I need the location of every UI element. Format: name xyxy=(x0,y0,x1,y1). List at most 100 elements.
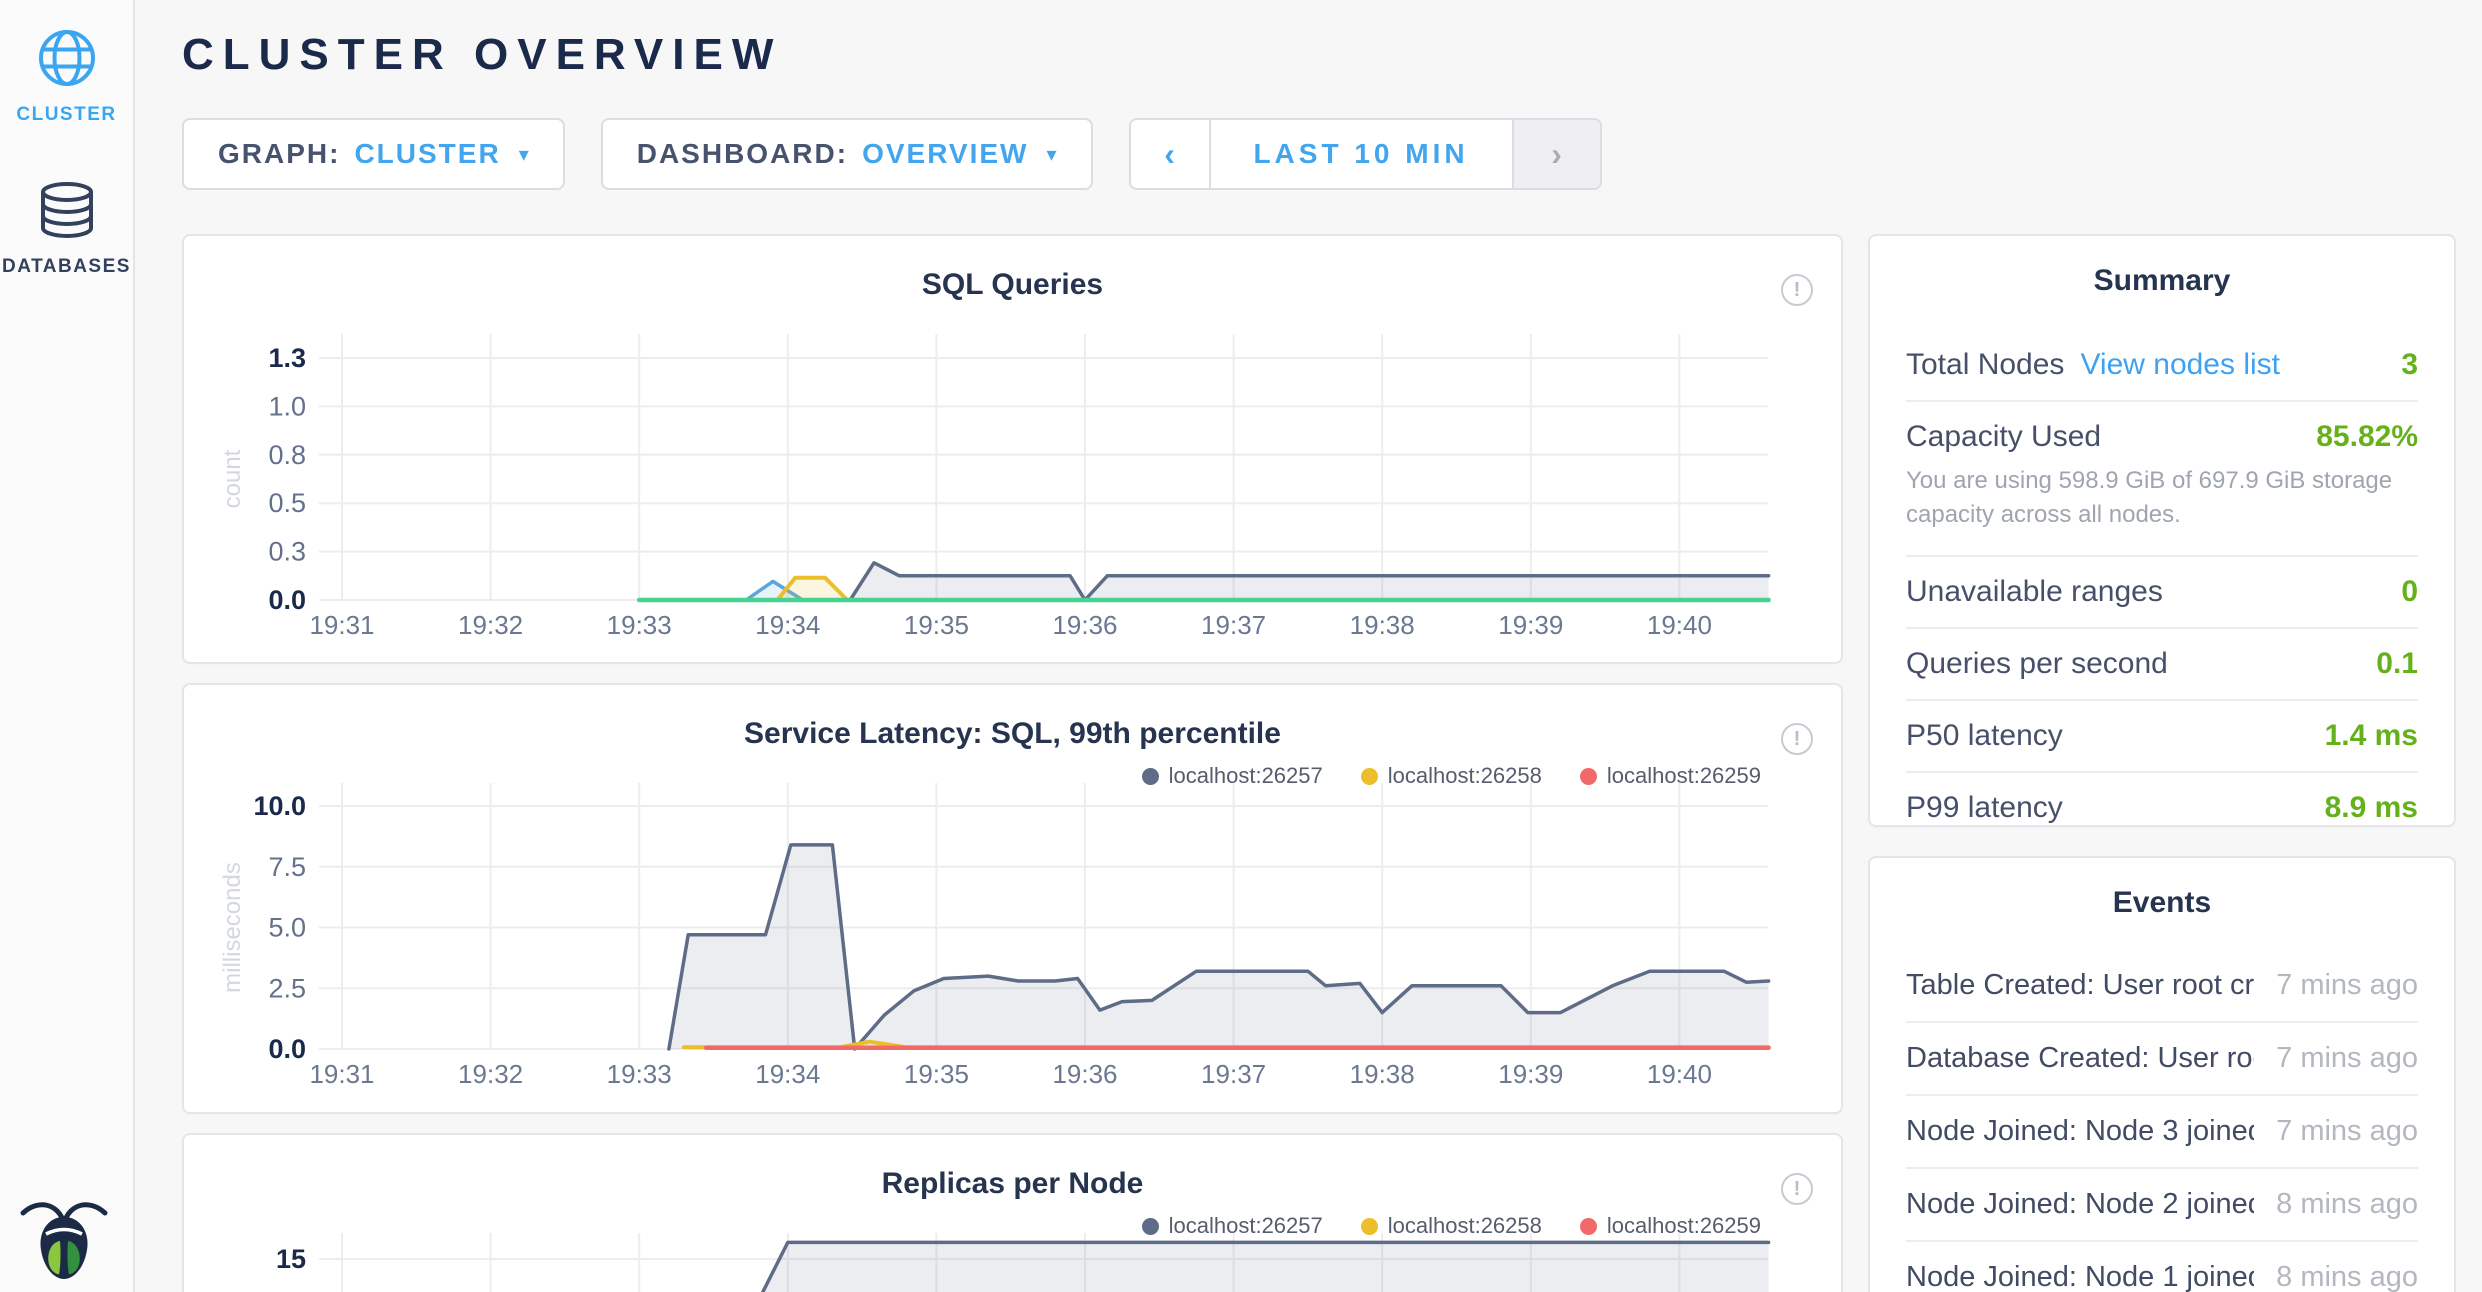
chevron-down-icon: ▾ xyxy=(1046,142,1056,167)
svg-text:milliseconds: milliseconds xyxy=(219,862,246,993)
legend-dot-icon xyxy=(1142,1218,1159,1235)
chart-title: Replicas per Node xyxy=(184,1167,1841,1201)
info-icon[interactable]: ! xyxy=(1781,1173,1813,1205)
svg-text:19:31: 19:31 xyxy=(309,1059,374,1089)
databases-icon xyxy=(35,178,99,247)
chevron-down-icon: ▾ xyxy=(519,142,529,167)
svg-text:0.0: 0.0 xyxy=(268,585,306,615)
svg-text:19:32: 19:32 xyxy=(458,610,523,640)
events-title: Events xyxy=(1906,886,2418,920)
replicas-per-node-panel: 19:3119:3219:3319:3419:3519:3619:3719:38… xyxy=(182,1133,1843,1292)
legend-item[interactable]: localhost:26258 xyxy=(1361,763,1542,789)
legend-dot-icon xyxy=(1580,1218,1597,1235)
events-list: Table Created: User root cre... 7 mins a… xyxy=(1906,950,2418,1292)
sidebar-item-label: DATABASES xyxy=(2,256,131,278)
info-icon[interactable]: ! xyxy=(1781,274,1813,306)
main-content: CLUSTER OVERVIEW GRAPH: CLUSTER ▾ DASHBO… xyxy=(135,0,2482,1292)
svg-text:19:40: 19:40 xyxy=(1647,610,1712,640)
sidebar-item-databases[interactable]: DATABASES xyxy=(0,178,133,278)
svg-text:19:35: 19:35 xyxy=(904,610,969,640)
graph-dropdown[interactable]: GRAPH: CLUSTER ▾ xyxy=(182,118,565,190)
chart-legend: localhost:26257 localhost:26258 localhost:… xyxy=(1142,1213,1761,1239)
legend-item[interactable]: localhost:26259 xyxy=(1580,763,1761,789)
summary-row-capacity: Capacity Used 85.82% You are using 598.9… xyxy=(1906,402,2418,557)
svg-text:15: 15 xyxy=(276,1244,306,1274)
time-prev-button[interactable]: ‹ xyxy=(1131,120,1211,188)
svg-text:0.8: 0.8 xyxy=(268,440,306,470)
capacity-used-label: Capacity Used xyxy=(1906,420,2101,454)
svg-text:19:39: 19:39 xyxy=(1498,1059,1563,1089)
svg-text:2.5: 2.5 xyxy=(268,973,306,1003)
cockroach-logo xyxy=(18,1193,110,1286)
page-title: CLUSTER OVERVIEW xyxy=(182,30,2456,80)
legend-item[interactable]: localhost:26259 xyxy=(1580,1213,1761,1239)
dashboard-dropdown-label: DASHBOARD: xyxy=(637,138,848,170)
events-panel: Events Table Created: User root cre... 7… xyxy=(1868,856,2456,1292)
graph-dropdown-label: GRAPH: xyxy=(218,138,340,170)
svg-text:19:35: 19:35 xyxy=(904,1059,969,1089)
svg-text:19:36: 19:36 xyxy=(1052,1059,1117,1089)
view-nodes-list-link[interactable]: View nodes list xyxy=(2080,348,2280,381)
event-row: Node Joined: Node 3 joined... 7 mins ago xyxy=(1906,1096,2418,1169)
event-row: Node Joined: Node 2 joined... 8 mins ago xyxy=(1906,1169,2418,1242)
summary-row-unavailable-ranges: Unavailable ranges 0 xyxy=(1906,557,2418,629)
summary-row-total-nodes: Total Nodes View nodes list 3 xyxy=(1906,330,2418,402)
time-range-button[interactable]: LAST 10 MIN xyxy=(1211,120,1512,188)
legend-item[interactable]: localhost:26257 xyxy=(1142,1213,1323,1239)
right-column: Summary Total Nodes View nodes list 3 Cap… xyxy=(1868,234,2456,1292)
legend-label: localhost:26259 xyxy=(1607,1213,1761,1239)
total-nodes-value: 3 xyxy=(2401,348,2418,382)
svg-text:19:31: 19:31 xyxy=(309,610,374,640)
sidebar: CLUSTER DATABASES xyxy=(0,0,135,1292)
svg-text:19:38: 19:38 xyxy=(1350,610,1415,640)
summary-row-p99-latency: P99 latency 8.9 ms xyxy=(1906,773,2418,843)
svg-text:0.0: 0.0 xyxy=(268,1034,306,1064)
controls-bar: GRAPH: CLUSTER ▾ DASHBOARD: OVERVIEW ▾ ‹… xyxy=(182,118,2456,190)
svg-text:10.0: 10.0 xyxy=(253,791,306,821)
svg-text:7.5: 7.5 xyxy=(268,852,306,882)
event-row: Database Created: User roo... 7 mins ago xyxy=(1906,1023,2418,1096)
svg-text:1.0: 1.0 xyxy=(268,391,306,421)
sidebar-item-cluster[interactable]: CLUSTER xyxy=(0,26,133,126)
time-range-selector: ‹ LAST 10 MIN › xyxy=(1129,118,1602,190)
summary-rows: Total Nodes View nodes list 3 Capacity Us… xyxy=(1906,330,2418,843)
total-nodes-label: Total Nodes xyxy=(1906,348,2064,381)
svg-text:19:38: 19:38 xyxy=(1350,1059,1415,1089)
legend-label: localhost:26259 xyxy=(1607,763,1761,789)
graph-dropdown-value: CLUSTER xyxy=(354,138,500,170)
info-icon[interactable]: ! xyxy=(1781,723,1813,755)
svg-text:19:36: 19:36 xyxy=(1052,610,1117,640)
event-row: Table Created: User root cre... 7 mins a… xyxy=(1906,950,2418,1023)
charts-column: 19:31 19:32 19:33 19:34 19:35 19:36 19:37 19:38… xyxy=(182,234,1843,1292)
svg-text:0.5: 0.5 xyxy=(268,488,306,518)
legend-item[interactable]: localhost:26258 xyxy=(1361,1213,1542,1239)
app-root: CLUSTER DATABASES xyxy=(0,0,2482,1292)
svg-text:19:40: 19:40 xyxy=(1647,1059,1712,1089)
summary-row-p50-latency: P50 latency 1.4 ms xyxy=(1906,701,2418,773)
globe-icon xyxy=(35,26,99,95)
sidebar-item-label: CLUSTER xyxy=(16,104,116,126)
summary-panel: Summary Total Nodes View nodes list 3 Cap… xyxy=(1868,234,2456,827)
summary-title: Summary xyxy=(1906,264,2418,298)
svg-text:19:37: 19:37 xyxy=(1201,1059,1266,1089)
svg-text:19:39: 19:39 xyxy=(1498,610,1563,640)
svg-text:19:33: 19:33 xyxy=(607,1059,672,1089)
dashboard-content: 19:31 19:32 19:33 19:34 19:35 19:36 19:37 19:38… xyxy=(182,234,2456,1292)
legend-dot-icon xyxy=(1361,1218,1378,1235)
time-next-button[interactable]: › xyxy=(1512,120,1600,188)
service-latency-panel: 19:31 19:32 19:33 19:34 19:35 19:36 19:37 19:38… xyxy=(182,683,1843,1114)
svg-text:19:34: 19:34 xyxy=(755,1059,820,1089)
svg-text:19:32: 19:32 xyxy=(458,1059,523,1089)
chart-legend: localhost:26257 localhost:26258 localhost:… xyxy=(1142,763,1761,789)
chart-title: SQL Queries xyxy=(184,268,1841,302)
dashboard-dropdown[interactable]: DASHBOARD: OVERVIEW ▾ xyxy=(601,118,1093,190)
summary-row-queries-per-second: Queries per second 0.1 xyxy=(1906,629,2418,701)
legend-dot-icon xyxy=(1580,768,1597,785)
chart-title: Service Latency: SQL, 99th percentile xyxy=(184,717,1841,751)
legend-item[interactable]: localhost:26257 xyxy=(1142,763,1323,789)
capacity-used-value: 85.82% xyxy=(2316,420,2418,454)
legend-label: localhost:26258 xyxy=(1388,1213,1542,1239)
svg-text:1.3: 1.3 xyxy=(268,343,306,373)
svg-text:19:37: 19:37 xyxy=(1201,610,1266,640)
svg-text:19:34: 19:34 xyxy=(755,610,820,640)
